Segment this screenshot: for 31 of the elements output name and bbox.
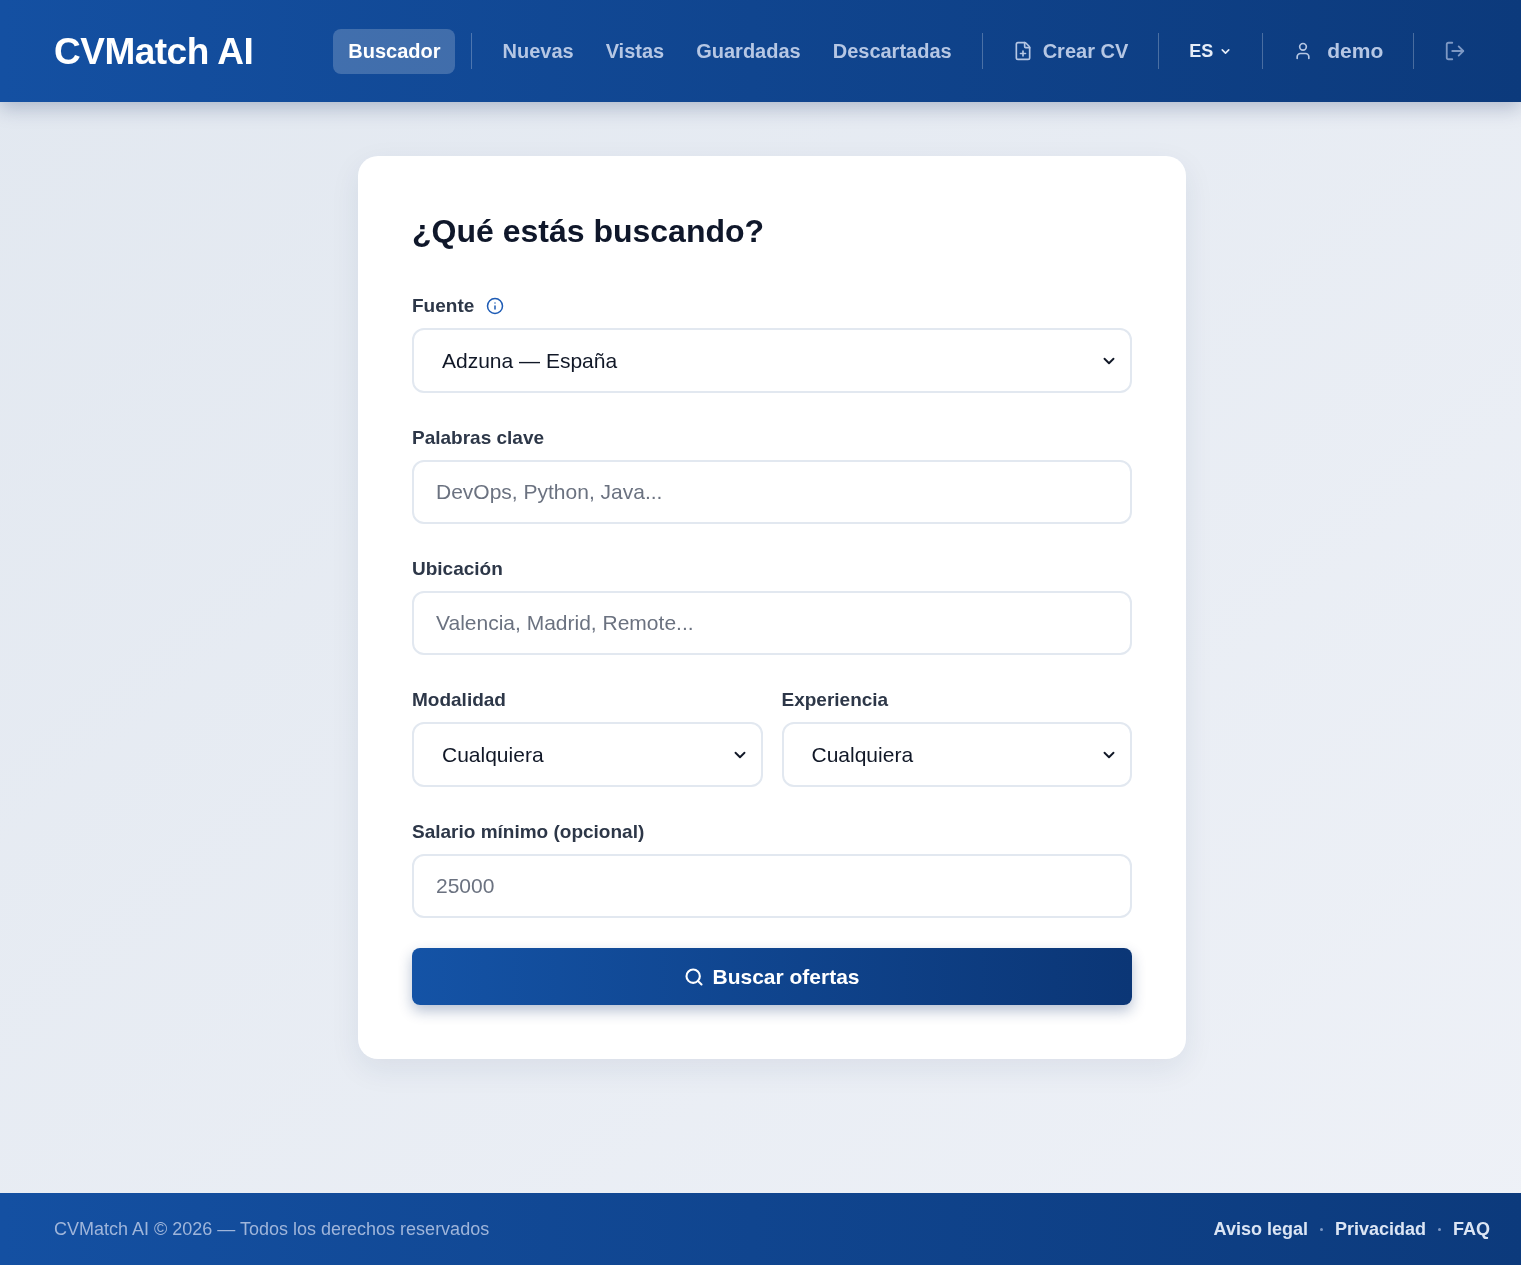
logout-button[interactable] [1444, 40, 1467, 62]
nav-link[interactable]: Descartadas [832, 28, 952, 74]
footer-link[interactable]: Privacidad [1334, 1215, 1426, 1243]
form-title: ¿Qué estás buscando? [412, 212, 766, 250]
logout-icon [1444, 40, 1467, 62]
field-label: Salario mínimo (opcional) [412, 821, 645, 843]
footer-link[interactable]: FAQ [1453, 1215, 1490, 1243]
nav-link[interactable]: Buscador [333, 28, 456, 74]
nav-link[interactable]: Guardadas [696, 28, 801, 74]
info-icon[interactable] [486, 297, 505, 315]
user-menu[interactable]: demo [1293, 35, 1384, 67]
nav-link[interactable]: Vistas [605, 28, 665, 74]
field-label: Experiencia [781, 689, 889, 711]
search-icon [684, 966, 705, 987]
dropdown-field[interactable]: Cualquiera [412, 722, 763, 787]
dropdown-field[interactable]: Adzuna — España [412, 328, 1132, 393]
create-cv-link[interactable]: Crear CV [1012, 36, 1129, 66]
field-label: Ubicación [412, 558, 503, 580]
input-field[interactable]: DevOps, Python, Java... [412, 460, 1132, 524]
field-label: Fuente [412, 295, 475, 317]
input-field[interactable]: 25000 [412, 854, 1132, 918]
dropdown-field[interactable]: Cualquiera [781, 722, 1132, 787]
nav-link[interactable]: Nuevas [502, 28, 574, 74]
search-button[interactable]: Buscar ofertas [412, 948, 1132, 1005]
field-label: Palabras clave [412, 427, 545, 449]
input-field[interactable]: Valencia, Madrid, Remote... [412, 591, 1132, 655]
app-logo: CVMatch AI [54, 32, 254, 70]
language-dropdown[interactable]: ES [1189, 37, 1233, 65]
field-label: Modalidad [412, 689, 506, 711]
footer-link[interactable]: Aviso legal [1213, 1215, 1308, 1243]
copyright-text: CVMatch AI © 2026 — Todos los derechos reservados [54, 1217, 490, 1241]
